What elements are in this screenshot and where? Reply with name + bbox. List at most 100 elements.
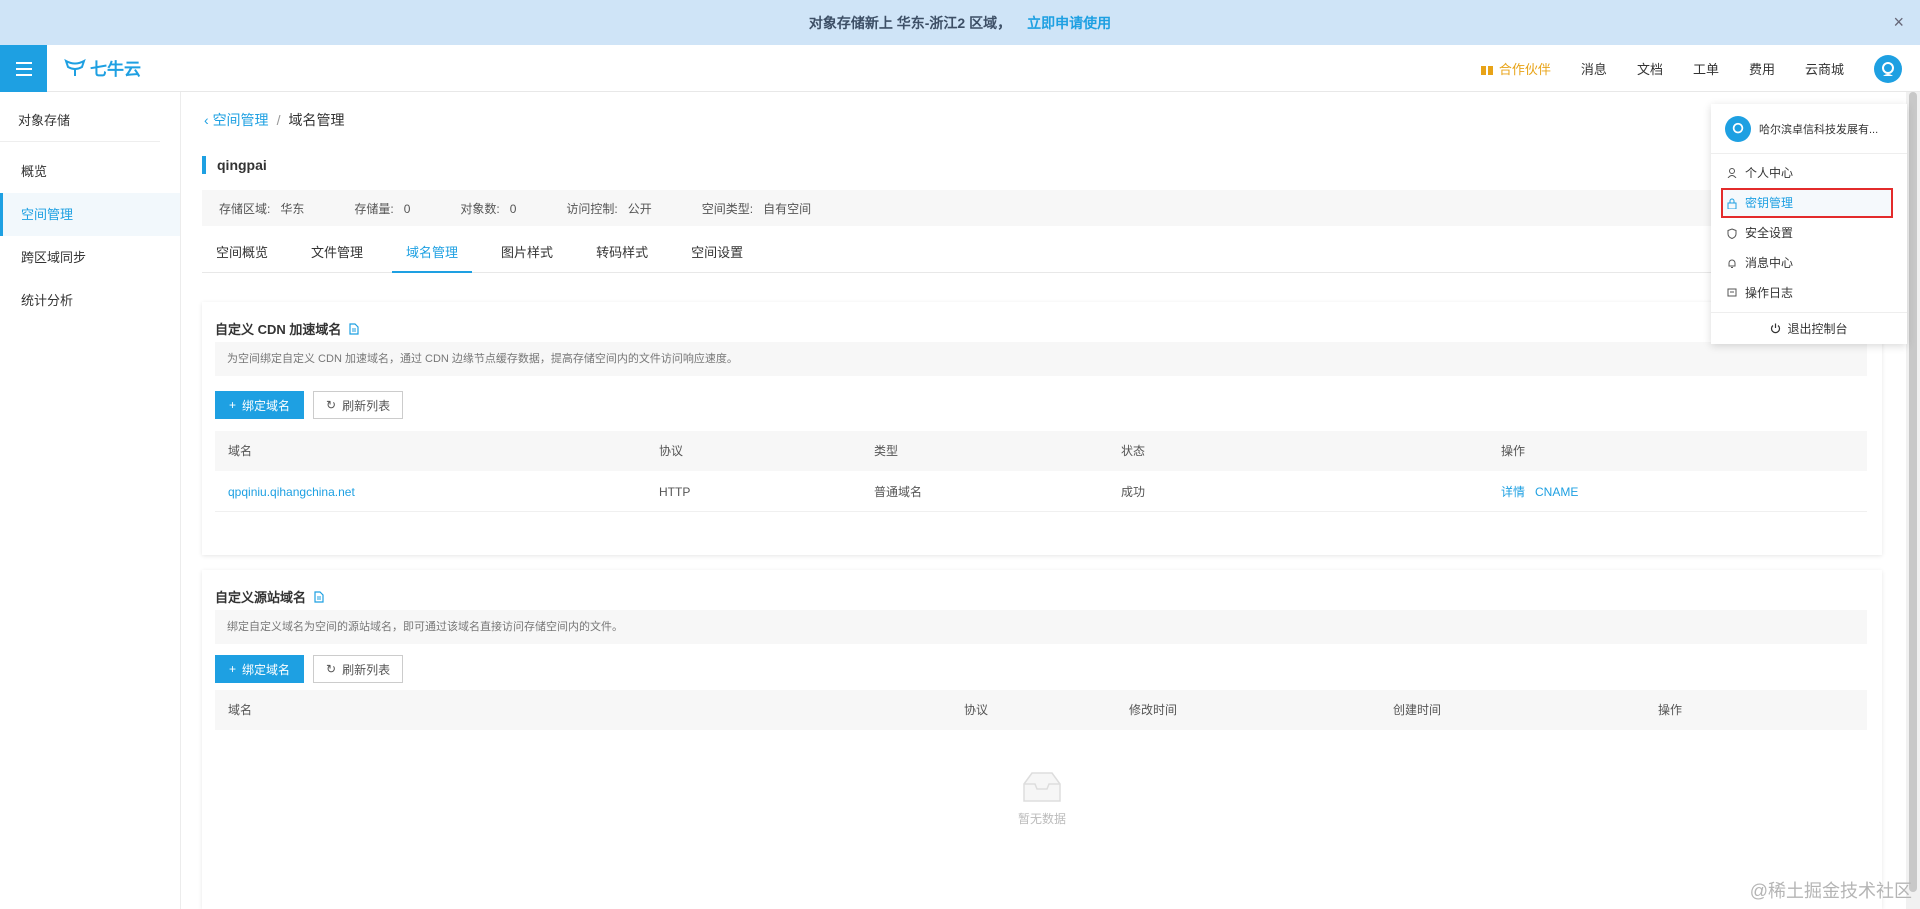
sidebar-title: 对象存储 (0, 92, 160, 142)
nav-marketplace[interactable]: 云商城 (1805, 59, 1844, 78)
nav-messages[interactable]: 消息 (1581, 59, 1607, 78)
info-storage-label: 存储量: (354, 201, 394, 216)
info-bucket-type: 空间类型: 自有空间 (702, 200, 811, 217)
column-header: 操作 (1501, 444, 1526, 458)
origin-refresh-label: 刷新列表 (342, 662, 391, 677)
empty-text: 暂无数据 (1017, 812, 1066, 826)
empty-inbox-icon (1023, 772, 1061, 802)
sidebar-item-overview[interactable]: 概览 (0, 150, 180, 193)
info-access-value: 公开 (627, 201, 652, 216)
dropdown-header: 哈尔滨卓信科技发展有... (1711, 104, 1907, 154)
top-navbar: 七牛云 合作伙伴 消息 文档 工单 费用 云商城 (0, 45, 1920, 92)
menu-item-security-label: 安全设置 (1745, 226, 1794, 240)
origin-card-title-text: 自定义源站域名 (215, 590, 307, 605)
refresh-icon: ↻ (326, 398, 337, 412)
bucket-info-bar: 存储区域: 华东 存储量: 0 对象数: 0 访问控制: 公开 空间类型: 自有空间 (202, 190, 1902, 226)
menu-item-key-management[interactable]: 密钥管理 (1721, 188, 1893, 218)
column-header: 状态 (1121, 444, 1146, 458)
company-name: 哈尔滨卓信科技发展有... (1759, 123, 1879, 136)
announcement-banner: 对象存储新上 华东-浙江2 区域， 立即申请使用 × (0, 0, 1920, 45)
banner-apply-link[interactable]: 立即申请使用 (1027, 13, 1111, 33)
nav-partner-label: 合作伙伴 (1498, 62, 1551, 77)
tab-files[interactable]: 文件管理 (297, 242, 377, 273)
cdn-refresh-button[interactable]: ↻ 刷新列表 (313, 391, 404, 419)
info-bucket-type-label: 空间类型: (701, 201, 754, 216)
menu-item-messages-label: 消息中心 (1745, 256, 1794, 270)
gift-icon (1480, 62, 1493, 75)
cdn-detail-link[interactable]: 详情 (1501, 472, 1525, 512)
tab-image-styles[interactable]: 图片样式 (487, 242, 567, 273)
info-access: 访问控制: 公开 (566, 200, 651, 217)
cdn-card-title-text: 自定义 CDN 加速域名 (215, 322, 342, 337)
dropdown-avatar (1725, 115, 1751, 142)
logout-button[interactable]: 退出控制台 (1711, 312, 1907, 344)
qiniu-logo[interactable]: 七牛云 (64, 55, 141, 80)
sidebar: 对象存储 概览 空间管理 跨区域同步 统计分析 (0, 92, 181, 909)
main-content: ‹ 空间管理 / 域名管理 qingpai 存储区域: 华东 存储量: 0 对象数:… (181, 92, 1920, 909)
banner-close-button[interactable]: × (1893, 12, 1904, 33)
doc-icon[interactable] (349, 322, 359, 335)
nav-docs[interactable]: 文档 (1637, 59, 1663, 78)
tab-transcode-styles[interactable]: 转码样式 (582, 242, 662, 273)
menu-item-messages[interactable]: 消息中心 (1711, 248, 1907, 278)
banner-text: 对象存储新上 华东-浙江2 区域， (808, 14, 1012, 31)
chevron-left-icon: ‹ (204, 112, 209, 128)
plus-icon: + (229, 662, 237, 676)
bucket-tabs: 空间概览 文件管理 域名管理 图片样式 转码样式 空间设置 (202, 242, 1902, 273)
info-bucket-type-value: 自有空间 (763, 201, 812, 216)
sidebar-item-buckets[interactable]: 空间管理 (0, 193, 180, 236)
origin-table-header: 域名 协议 修改时间 创建时间 操作 (215, 690, 1867, 730)
scrollbar-thumb[interactable] (1909, 92, 1917, 892)
tab-overview[interactable]: 空间概览 (202, 242, 282, 273)
menu-item-security[interactable]: 安全设置 (1711, 218, 1907, 248)
breadcrumb-back-link[interactable]: ‹ 空间管理 (204, 110, 269, 130)
cdn-bind-domain-button[interactable]: + 绑定域名 (215, 391, 305, 419)
sidebar-item-statistics[interactable]: 统计分析 (0, 279, 180, 322)
user-icon (1732, 122, 1744, 133)
origin-domain-card: 自定义源站域名 绑定自定义域名为空间的源站域名，即可通过该域名直接访问存储空间内… (202, 570, 1882, 909)
info-objects-value: 0 (509, 201, 517, 216)
nav-tickets[interactable]: 工单 (1693, 59, 1719, 78)
cdn-bind-domain-label: 绑定域名 (242, 398, 291, 413)
column-header: 域名 (228, 444, 253, 458)
origin-bind-domain-label: 绑定域名 (242, 662, 291, 677)
breadcrumb-separator: / (276, 112, 281, 128)
hamburger-menu-button[interactable] (0, 45, 47, 92)
cdn-domain-link[interactable]: qpqiniu.qihangchina.net (228, 472, 355, 512)
tab-domains[interactable]: 域名管理 (392, 242, 473, 273)
breadcrumb: ‹ 空间管理 / 域名管理 (204, 110, 344, 130)
menu-item-operation-log-label: 操作日志 (1745, 286, 1794, 300)
bucket-name: qingpai (202, 156, 267, 174)
logo-icon (64, 58, 86, 76)
info-region: 存储区域: 华东 (219, 200, 304, 217)
origin-bind-domain-button[interactable]: + 绑定域名 (215, 655, 305, 683)
watermark: @稀土掘金技术社区 (1749, 881, 1912, 901)
cdn-cname-link[interactable]: CNAME (1535, 472, 1578, 512)
menu-item-profile-label: 个人中心 (1745, 166, 1794, 180)
tab-settings[interactable]: 空间设置 (677, 242, 757, 273)
sidebar-item-cross-region-sync[interactable]: 跨区域同步 (0, 236, 180, 279)
doc-icon[interactable] (314, 590, 324, 603)
person-icon (1727, 168, 1737, 178)
cdn-table-header: 域名 协议 类型 状态 操作 (215, 431, 1867, 471)
nav-billing[interactable]: 费用 (1749, 59, 1775, 78)
menu-item-profile[interactable]: 个人中心 (1711, 158, 1907, 188)
menu-item-operation-log[interactable]: 操作日志 (1711, 278, 1907, 308)
info-region-value: 华东 (280, 201, 305, 216)
user-avatar[interactable] (1874, 54, 1902, 83)
origin-refresh-button[interactable]: ↻ 刷新列表 (313, 655, 404, 683)
empty-state: 暂无数据 (1002, 770, 1082, 827)
lock-icon (1727, 198, 1737, 209)
logout-label: 退出控制台 (1787, 322, 1848, 336)
info-storage: 存储量: 0 (354, 200, 410, 217)
origin-card-title: 自定义源站域名 (215, 587, 324, 606)
column-header: 操作 (1658, 703, 1683, 717)
nav-partner[interactable]: 合作伙伴 (1480, 59, 1551, 78)
cdn-protocol: HTTP (659, 485, 691, 499)
origin-card-description: 绑定自定义域名为空间的源站域名，即可通过该域名直接访问存储空间内的文件。 (215, 610, 1867, 644)
bell-icon (1728, 259, 1736, 268)
top-nav-links: 合作伙伴 消息 文档 工单 费用 云商城 (1451, 45, 1902, 92)
page-scrollbar[interactable] (1906, 92, 1920, 909)
breadcrumb-current: 域名管理 (288, 112, 345, 128)
column-header: 域名 (228, 703, 253, 717)
